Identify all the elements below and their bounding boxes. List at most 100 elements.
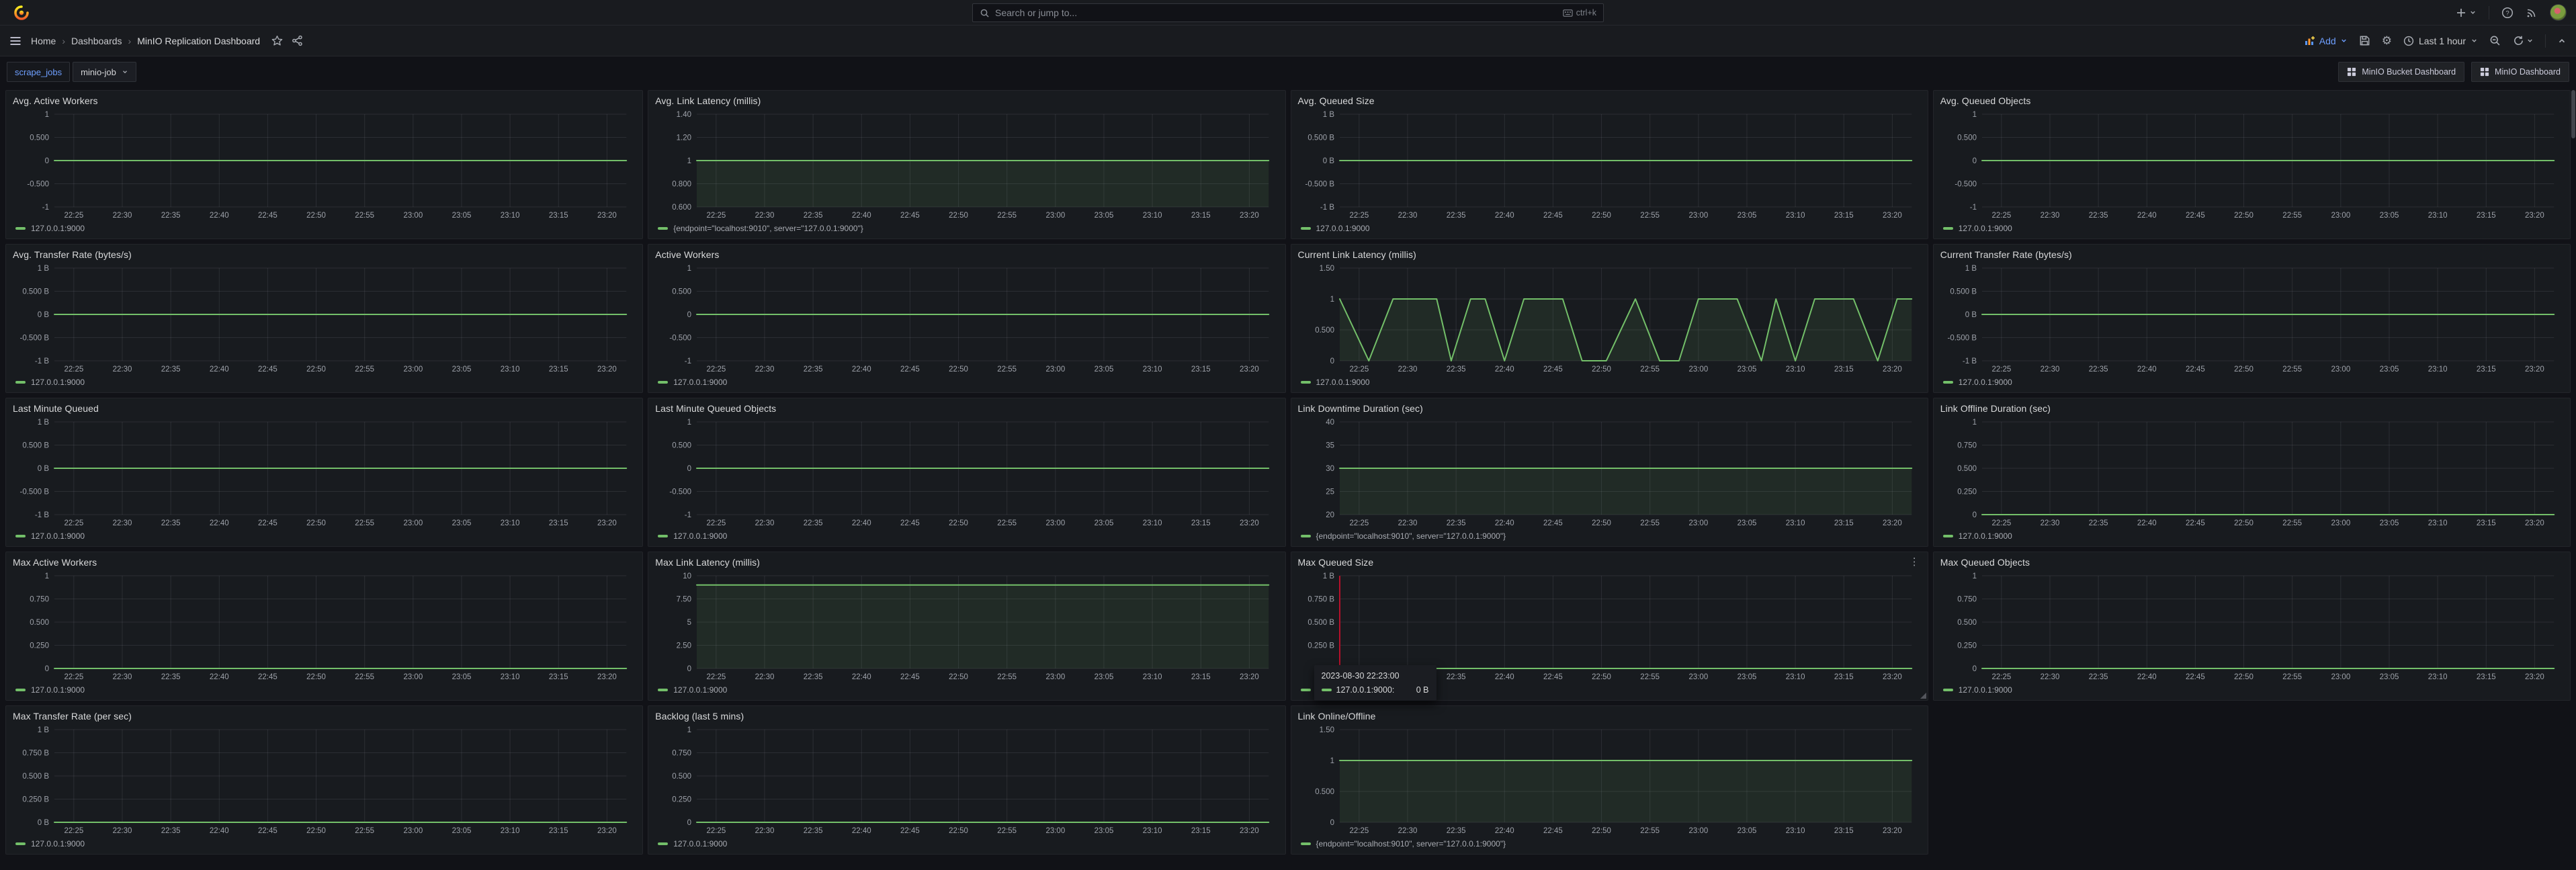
panel-header[interactable]: Link Offline Duration (sec) [1940, 403, 2563, 418]
avatar[interactable] [2550, 4, 2567, 21]
share-button[interactable] [292, 35, 303, 46]
legend-series-marker[interactable] [658, 842, 668, 845]
panel-header[interactable]: Last Minute Queued [13, 403, 636, 418]
panel-header[interactable]: Avg. Queued Size [1298, 95, 1921, 110]
favorite-button[interactable] [271, 35, 283, 46]
time-range-picker[interactable]: Last 1 hour [2403, 36, 2478, 46]
time-series-chart[interactable]: 22:2522:3022:3522:4022:4522:5022:5523:00… [1298, 110, 1921, 222]
add-panel-button[interactable]: Add [2305, 36, 2348, 46]
zoom-out-button[interactable] [2489, 35, 2501, 46]
legend-series-marker[interactable] [1943, 535, 1953, 537]
scrollbar-thumb[interactable] [2571, 90, 2575, 138]
legend-series-marker[interactable] [15, 381, 26, 384]
time-series-chart[interactable]: 22:2522:3022:3522:4022:4522:5022:5523:00… [13, 418, 636, 529]
legend-series-marker[interactable] [1301, 381, 1311, 384]
legend-series-label[interactable]: 127.0.0.1:9000 [1959, 531, 2012, 541]
legend-series-label[interactable]: 127.0.0.1:9000 [1959, 685, 2012, 695]
legend-series-marker[interactable] [1301, 535, 1311, 537]
time-series-chart[interactable]: 22:2522:3022:3522:4022:4522:5022:5523:00… [13, 264, 636, 376]
save-dashboard-button[interactable] [2359, 35, 2370, 46]
panel-header[interactable]: Backlog (last 5 mins) [655, 711, 1278, 726]
panel-header[interactable]: Avg. Link Latency (millis) [655, 95, 1278, 110]
collapse-toolbar-button[interactable] [2557, 36, 2567, 46]
variable-label[interactable]: scrape_jobs [7, 62, 70, 82]
new-button[interactable] [2456, 7, 2477, 18]
grafana-logo[interactable] [14, 5, 29, 20]
legend-series-label[interactable]: 127.0.0.1:9000 [31, 378, 85, 387]
legend-series-marker[interactable] [658, 381, 668, 384]
legend-series-label[interactable]: 127.0.0.1:9000 [31, 531, 85, 541]
legend-series-label[interactable]: 127.0.0.1:9000 [31, 224, 85, 233]
refresh-button[interactable] [2512, 35, 2534, 46]
search-bar[interactable]: ctrl+k [972, 3, 1604, 22]
time-series-chart[interactable]: 22:2522:3022:3522:4022:4522:5022:5523:00… [13, 110, 636, 222]
legend-series-marker[interactable] [1301, 689, 1311, 691]
breadcrumb-home[interactable]: Home [31, 36, 56, 46]
legend-series-label[interactable]: 127.0.0.1:9000 [1316, 378, 1370, 387]
legend-series-marker[interactable] [15, 842, 26, 845]
legend-series-label[interactable]: 127.0.0.1:9000 [673, 685, 727, 695]
legend-series-label[interactable]: {endpoint="localhost:9010", server="127.… [673, 224, 863, 233]
legend-series-marker[interactable] [658, 535, 668, 537]
breadcrumb-dashboards[interactable]: Dashboards [71, 36, 122, 46]
panel-header[interactable]: Last Minute Queued Objects [655, 403, 1278, 418]
legend-series-label[interactable]: 127.0.0.1:9000 [1316, 224, 1370, 233]
legend-series-marker[interactable] [1301, 842, 1311, 845]
link-minio-dashboard[interactable]: MinIO Dashboard [2471, 62, 2569, 82]
panel-header[interactable]: Current Transfer Rate (bytes/s) [1940, 249, 2563, 264]
variable-value-dropdown[interactable]: minio-job [73, 62, 136, 82]
legend-series-label[interactable]: {endpoint="localhost:9010", server="127.… [1316, 839, 1506, 849]
panel-header[interactable]: Avg. Active Workers [13, 95, 636, 110]
time-series-chart[interactable]: 22:2522:3022:3522:4022:4522:5022:5523:00… [1940, 264, 2563, 376]
time-series-chart[interactable]: 22:2522:3022:3522:4022:4522:5022:5523:00… [1940, 418, 2563, 529]
legend-series-marker[interactable] [1943, 227, 1953, 230]
legend-series-marker[interactable] [658, 227, 668, 230]
time-series-chart[interactable]: 22:2522:3022:3522:4022:4522:5022:5523:00… [1298, 726, 1921, 837]
news-button[interactable] [2526, 7, 2538, 19]
legend-series-label[interactable]: 127.0.0.1:9000 [1959, 224, 2012, 233]
legend-series-label[interactable]: {endpoint="localhost:9010", server="127.… [1316, 531, 1506, 541]
panel-header[interactable]: Avg. Transfer Rate (bytes/s) [13, 249, 636, 264]
legend-series-marker[interactable] [15, 227, 26, 230]
legend-series-marker[interactable] [658, 689, 668, 691]
panel-header[interactable]: Active Workers [655, 249, 1278, 264]
panel-header[interactable]: Max Link Latency (millis) [655, 557, 1278, 572]
legend-series-label[interactable]: 127.0.0.1:9000 [673, 839, 727, 849]
time-series-chart[interactable]: 22:2522:3022:3522:4022:4522:5022:5523:00… [13, 572, 636, 683]
panel-resize-handle[interactable] [1920, 693, 1926, 699]
legend-series-label[interactable]: 127.0.0.1:9000 [31, 839, 85, 849]
legend-series-label[interactable]: 127.0.0.1:9000 [673, 531, 727, 541]
mega-menu-button[interactable] [9, 35, 22, 47]
legend-series-marker[interactable] [15, 535, 26, 537]
panel-header[interactable]: Max Queued Objects [1940, 557, 2563, 572]
panel-header[interactable]: Link Online/Offline [1298, 711, 1921, 726]
panel-header[interactable]: Avg. Queued Objects [1940, 95, 2563, 110]
search-input[interactable] [995, 7, 1557, 18]
link-minio-bucket-dashboard[interactable]: MinIO Bucket Dashboard [2338, 62, 2464, 82]
panel-header[interactable]: Max Active Workers [13, 557, 636, 572]
time-series-chart[interactable]: 22:2522:3022:3522:4022:4522:5022:5523:00… [655, 726, 1278, 837]
panel-header[interactable]: Link Downtime Duration (sec) [1298, 403, 1921, 418]
panel-header[interactable]: Max Queued Size ⋮ [1298, 557, 1921, 572]
time-series-chart[interactable]: 22:2522:3022:3522:4022:4522:5022:5523:00… [1298, 418, 1921, 529]
dashboard-settings-button[interactable]: ⚙ [2382, 34, 2392, 48]
kebab-menu-icon[interactable]: ⋮ [1908, 557, 1921, 566]
time-series-chart[interactable]: 22:2522:3022:3522:4022:4522:5022:5523:00… [655, 264, 1278, 376]
time-series-chart[interactable]: 22:2522:3022:3522:4022:4522:5022:5523:00… [655, 572, 1278, 683]
legend-series-marker[interactable] [15, 689, 26, 691]
legend-series-marker[interactable] [1301, 227, 1311, 230]
help-button[interactable]: ? [2501, 7, 2514, 19]
time-series-chart[interactable]: 22:2522:3022:3522:4022:4522:5022:5523:00… [1940, 110, 2563, 222]
time-series-chart[interactable]: 22:2522:3022:3522:4022:4522:5022:5523:00… [1298, 264, 1921, 376]
legend-series-marker[interactable] [1943, 689, 1953, 691]
legend-series-label[interactable]: 127.0.0.1:9000 [31, 685, 85, 695]
panel-header[interactable]: Max Transfer Rate (per sec) [13, 711, 636, 726]
panel-header[interactable]: Current Link Latency (millis) [1298, 249, 1921, 264]
legend-series-marker[interactable] [1943, 381, 1953, 384]
time-series-chart[interactable]: 22:2522:3022:3522:4022:4522:5022:5523:00… [1940, 572, 2563, 683]
time-series-chart[interactable]: 22:2522:3022:3522:4022:4522:5022:5523:00… [13, 726, 636, 837]
legend-series-label[interactable]: 127.0.0.1:9000 [1959, 378, 2012, 387]
time-series-chart[interactable]: 22:2522:3022:3522:4022:4522:5022:5523:00… [655, 110, 1278, 222]
legend-series-label[interactable]: 127.0.0.1:9000 [673, 378, 727, 387]
time-series-chart[interactable]: 22:2522:3022:3522:4022:4522:5022:5523:00… [655, 418, 1278, 529]
